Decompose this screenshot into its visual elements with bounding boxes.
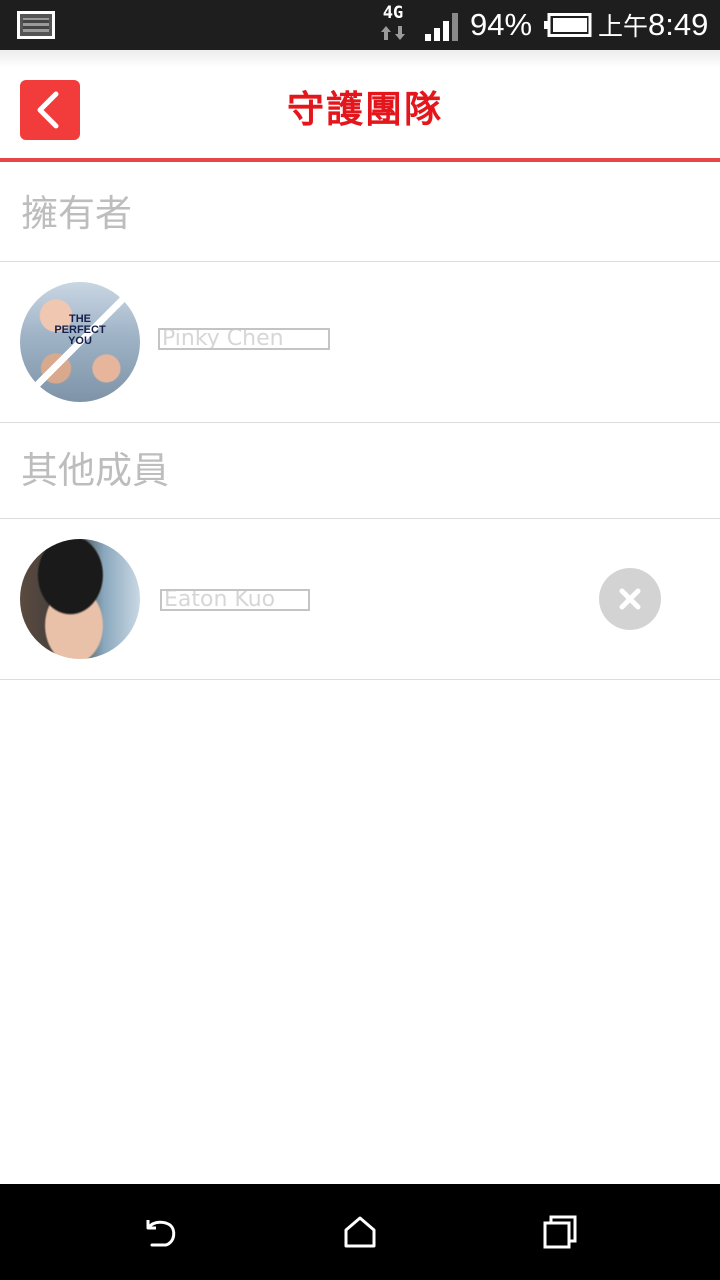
member-row[interactable]: Eaton Kuo bbox=[0, 519, 720, 680]
signal-strength-icon bbox=[425, 13, 458, 41]
owner-avatar: THE PERFECT YOU bbox=[20, 282, 140, 402]
battery-percent: 94% bbox=[470, 7, 533, 42]
avatar-caption-line: YOU bbox=[68, 335, 92, 347]
home-icon[interactable] bbox=[340, 1212, 380, 1252]
avatar-caption: THE PERFECT YOU bbox=[20, 314, 140, 347]
battery-icon bbox=[544, 13, 592, 37]
section-header-others: 其他成員 bbox=[0, 423, 720, 519]
close-icon bbox=[619, 588, 641, 610]
owner-row[interactable]: THE PERFECT YOU Pinky Chen bbox=[0, 262, 720, 423]
status-clock: 上午8:49 bbox=[598, 6, 708, 46]
recent-apps-icon[interactable] bbox=[540, 1212, 580, 1252]
app-header: 守護團隊 bbox=[0, 50, 720, 162]
back-icon[interactable] bbox=[140, 1212, 180, 1252]
image-notification-icon bbox=[17, 11, 55, 39]
clock-time: 8:49 bbox=[648, 7, 709, 42]
owner-name: Pinky Chen bbox=[158, 328, 330, 350]
status-bar: 4G 94% 上午8:49 bbox=[0, 0, 720, 50]
remove-member-button[interactable] bbox=[599, 568, 661, 630]
network-4g-icon: 4G bbox=[378, 4, 408, 46]
page-title: 守護團隊 bbox=[287, 88, 443, 131]
section-title-owner: 擁有者 bbox=[21, 192, 132, 235]
navigation-bar bbox=[0, 1184, 720, 1280]
member-name: Eaton Kuo bbox=[160, 589, 310, 611]
section-header-owner: 擁有者 bbox=[0, 166, 720, 262]
clock-period: 上午 bbox=[598, 13, 649, 41]
section-title-others: 其他成員 bbox=[21, 449, 169, 492]
member-avatar bbox=[20, 539, 140, 659]
